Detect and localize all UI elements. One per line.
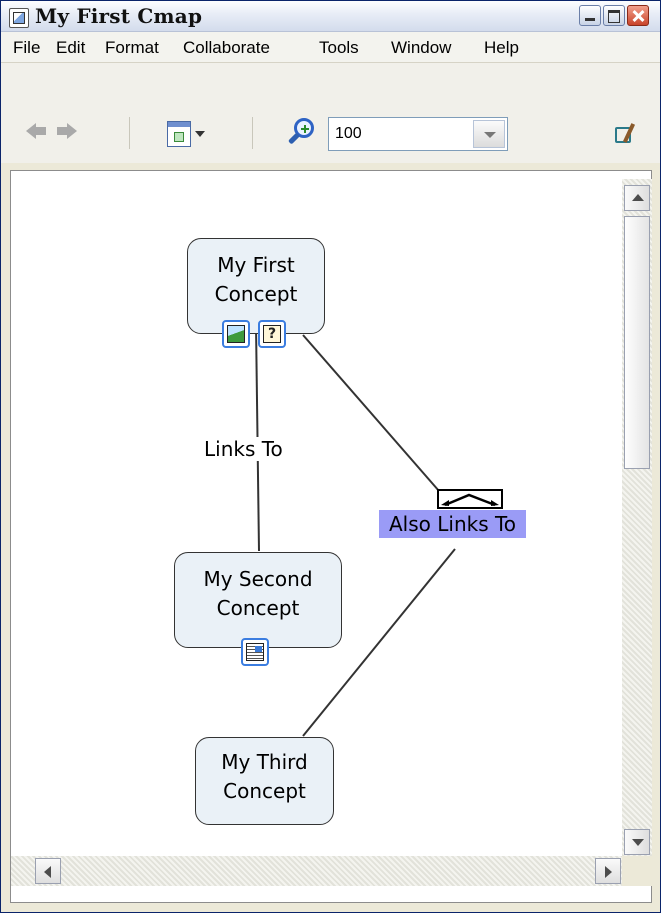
scroll-up-button[interactable]: [624, 185, 650, 211]
toolbar-separator: [252, 117, 253, 149]
horizontal-scrollbar[interactable]: [11, 856, 622, 886]
cmap-canvas[interactable]: My First Concept ? Links To Also Links T…: [10, 170, 652, 903]
concept-my-first-concept[interactable]: My First Concept: [187, 238, 325, 334]
toolbar-separator: [129, 117, 130, 149]
cmap-tools-icon[interactable]: [613, 119, 641, 145]
scroll-down-button[interactable]: [624, 829, 650, 855]
zoom-value[interactable]: 100: [335, 125, 362, 143]
back-arrow-icon[interactable]: [26, 120, 48, 142]
chevron-down-icon: [195, 131, 205, 137]
image-resource-icon[interactable]: [222, 320, 250, 348]
link-selection-handle[interactable]: [437, 489, 503, 509]
concept-label-line2: Concept: [214, 282, 298, 306]
scroll-right-button[interactable]: [595, 858, 621, 884]
question-resource-icon[interactable]: ?: [258, 320, 286, 348]
cmap-window: My First Cmap File Edit Format Collabora…: [0, 0, 661, 913]
menu-help[interactable]: Help: [484, 38, 519, 58]
forward-arrow-icon[interactable]: [57, 120, 79, 142]
menu-format[interactable]: Format: [105, 38, 159, 58]
concept-my-third-concept[interactable]: My Third Concept: [195, 737, 334, 825]
zoom-dropdown-button[interactable]: [473, 120, 505, 148]
concept-label-line2: Concept: [216, 596, 300, 620]
vertical-scrollbar[interactable]: [622, 179, 652, 856]
view-mode-button[interactable]: [163, 117, 205, 147]
cmap-app-icon[interactable]: [9, 8, 29, 28]
close-button[interactable]: [627, 5, 649, 26]
scroll-left-button[interactable]: [35, 858, 61, 884]
menu-edit[interactable]: Edit: [56, 38, 85, 58]
document-resource-icon[interactable]: [241, 638, 269, 666]
link-line-also-links-to-upper: [302, 334, 440, 492]
menu-tools[interactable]: Tools: [319, 38, 359, 58]
title-bar[interactable]: My First Cmap: [1, 1, 660, 32]
menu-collaborate[interactable]: Collaborate: [183, 38, 270, 58]
concept-label-line1: My Third: [221, 750, 308, 774]
concept-label-line2: Concept: [223, 779, 306, 803]
minimize-button[interactable]: [579, 5, 601, 26]
menu-file[interactable]: File: [13, 38, 40, 58]
concept-label-line1: My First: [217, 253, 295, 277]
scrollbar-corner: [622, 856, 652, 886]
maximize-button[interactable]: [603, 5, 625, 26]
link-label-links-to[interactable]: Links To: [202, 437, 285, 461]
concept-my-second-concept[interactable]: My Second Concept: [174, 552, 342, 648]
concept-label-line1: My Second: [203, 567, 313, 591]
menu-window[interactable]: Window: [391, 38, 451, 58]
menu-bar: File Edit Format Collaborate Tools Windo…: [1, 32, 660, 63]
zoom-in-icon[interactable]: [286, 116, 320, 150]
zoom-combobox[interactable]: 100: [328, 117, 508, 151]
reshape-arrows-icon: [441, 493, 499, 507]
window-title: My First Cmap: [35, 4, 203, 28]
vertical-scroll-thumb[interactable]: [624, 216, 650, 469]
link-label-also-links-to[interactable]: Also Links To: [379, 510, 527, 538]
view-mode-icon: [167, 121, 191, 147]
magnifier-handle: [287, 132, 301, 145]
